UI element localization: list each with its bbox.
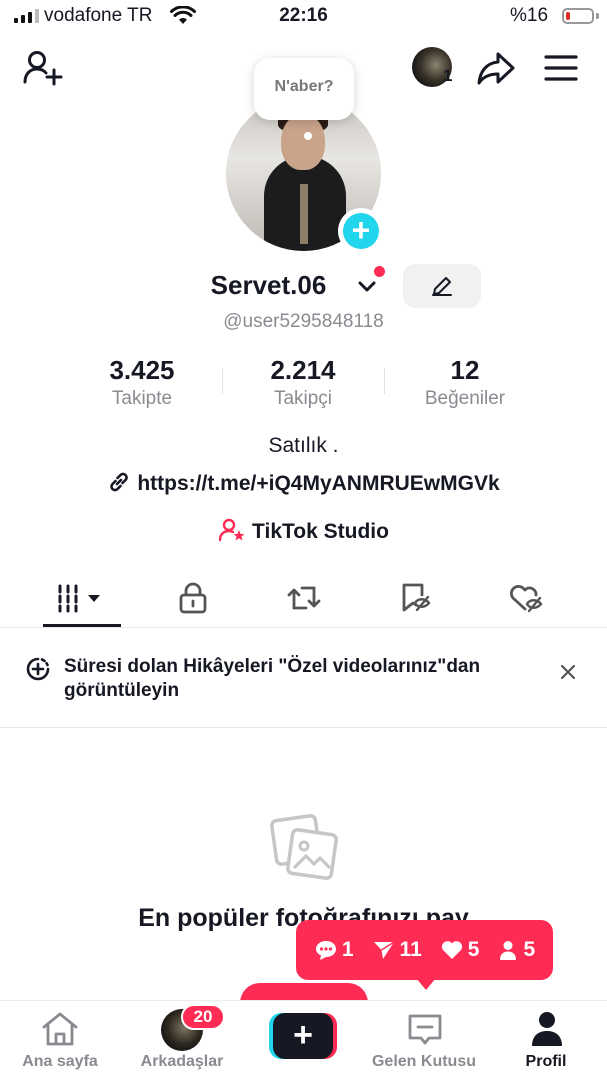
note-bubble-dot <box>304 132 312 140</box>
tabs-divider <box>0 627 607 628</box>
nav-profile-label[interactable]: Profil <box>486 1053 606 1071</box>
stat-followers-count[interactable]: 2.214 <box>223 355 383 386</box>
notification-dot <box>374 266 385 277</box>
display-name-row[interactable]: Servet.06 <box>0 270 607 301</box>
battery-cap <box>596 13 599 19</box>
create-button[interactable]: + <box>269 1013 337 1059</box>
story-add-icon <box>26 657 50 681</box>
profile-icon[interactable] <box>530 1010 564 1048</box>
tiktok-studio-button[interactable]: TikTok Studio <box>0 517 607 544</box>
edit-profile-button[interactable] <box>403 264 481 308</box>
battery-percent: %16 <box>510 5 549 26</box>
nav-home-label[interactable]: Ana sayfa <box>0 1053 120 1071</box>
display-name: Servet.06 <box>210 270 327 300</box>
lock-icon <box>179 582 207 614</box>
stat-likes-count[interactable]: 12 <box>385 355 545 386</box>
studio-label: TikTok Studio <box>252 520 389 543</box>
add-user-icon[interactable] <box>22 48 64 88</box>
studio-icon <box>218 518 245 542</box>
share-icon[interactable] <box>476 48 516 88</box>
notif-followers-count: 5 <box>523 938 536 961</box>
person-icon <box>500 941 517 960</box>
nav-friends-label[interactable]: Arkadaşlar <box>122 1053 242 1071</box>
pencil-icon <box>432 277 452 296</box>
videos-grid-icon <box>58 584 100 613</box>
stat-followers-label: Takipçi <box>273 388 333 409</box>
nav-inbox-label[interactable]: Gelen Kutusu <box>364 1053 484 1071</box>
home-icon[interactable] <box>40 1010 80 1048</box>
photos-icon <box>270 814 338 880</box>
stat-following-count[interactable]: 3.425 <box>62 355 222 386</box>
tab-liked[interactable] <box>481 578 571 618</box>
repost-icon <box>287 586 321 610</box>
heart-icon <box>441 941 462 959</box>
tab-videos[interactable] <box>37 578 127 618</box>
battery-icon <box>562 8 594 24</box>
notif-comments: 1 <box>314 938 354 962</box>
close-icon[interactable] <box>559 663 577 681</box>
notif-mentions: 11 <box>372 938 422 962</box>
liked-icon <box>510 585 543 613</box>
account-count: 1 <box>443 66 453 85</box>
send-icon <box>373 941 394 959</box>
expired-stories-banner[interactable]: Süresi dolan Hikâyeleri "Özel videoların… <box>64 655 484 703</box>
stat-likes-label: Beğeniler <box>424 388 506 409</box>
note-bubble-text: N'aber? <box>274 78 334 95</box>
status-bar: vodafone TR 22:16 %16 <box>0 0 607 34</box>
stat-following-label: Takipte <box>111 388 173 409</box>
comment-icon <box>315 941 336 960</box>
bio-text: Satılık . <box>268 434 339 457</box>
notif-likes-count: 5 <box>467 938 480 961</box>
inbox-icon[interactable] <box>407 1012 443 1050</box>
add-story-button[interactable]: + <box>343 213 379 249</box>
notif-followers: 5 <box>497 938 535 962</box>
menu-icon[interactable] <box>544 54 578 82</box>
tab-private[interactable] <box>148 578 238 618</box>
tab-favorites[interactable] <box>370 578 460 618</box>
plus-icon: + <box>273 1013 333 1059</box>
bio-link[interactable]: https://t.me/+iQ4MyANMRUEwMGVk <box>0 470 607 496</box>
link-icon <box>110 472 129 492</box>
activity-notification[interactable]: 1 11 5 5 <box>296 920 553 980</box>
notif-mentions-count: 11 <box>399 938 422 961</box>
notif-comments-count: 1 <box>341 938 354 961</box>
notif-likes: 5 <box>440 938 480 962</box>
friends-badge: 20 <box>181 1004 225 1030</box>
favorites-icon <box>402 583 431 612</box>
tab-reposts[interactable] <box>259 578 349 618</box>
chevron-down-icon[interactable] <box>357 279 377 295</box>
username-handle: @user5295848118 <box>223 311 384 332</box>
notification-pointer <box>416 978 436 990</box>
bio-link-text: https://t.me/+iQ4MyANMRUEwMGVk <box>137 472 500 495</box>
banner-divider <box>0 727 607 728</box>
